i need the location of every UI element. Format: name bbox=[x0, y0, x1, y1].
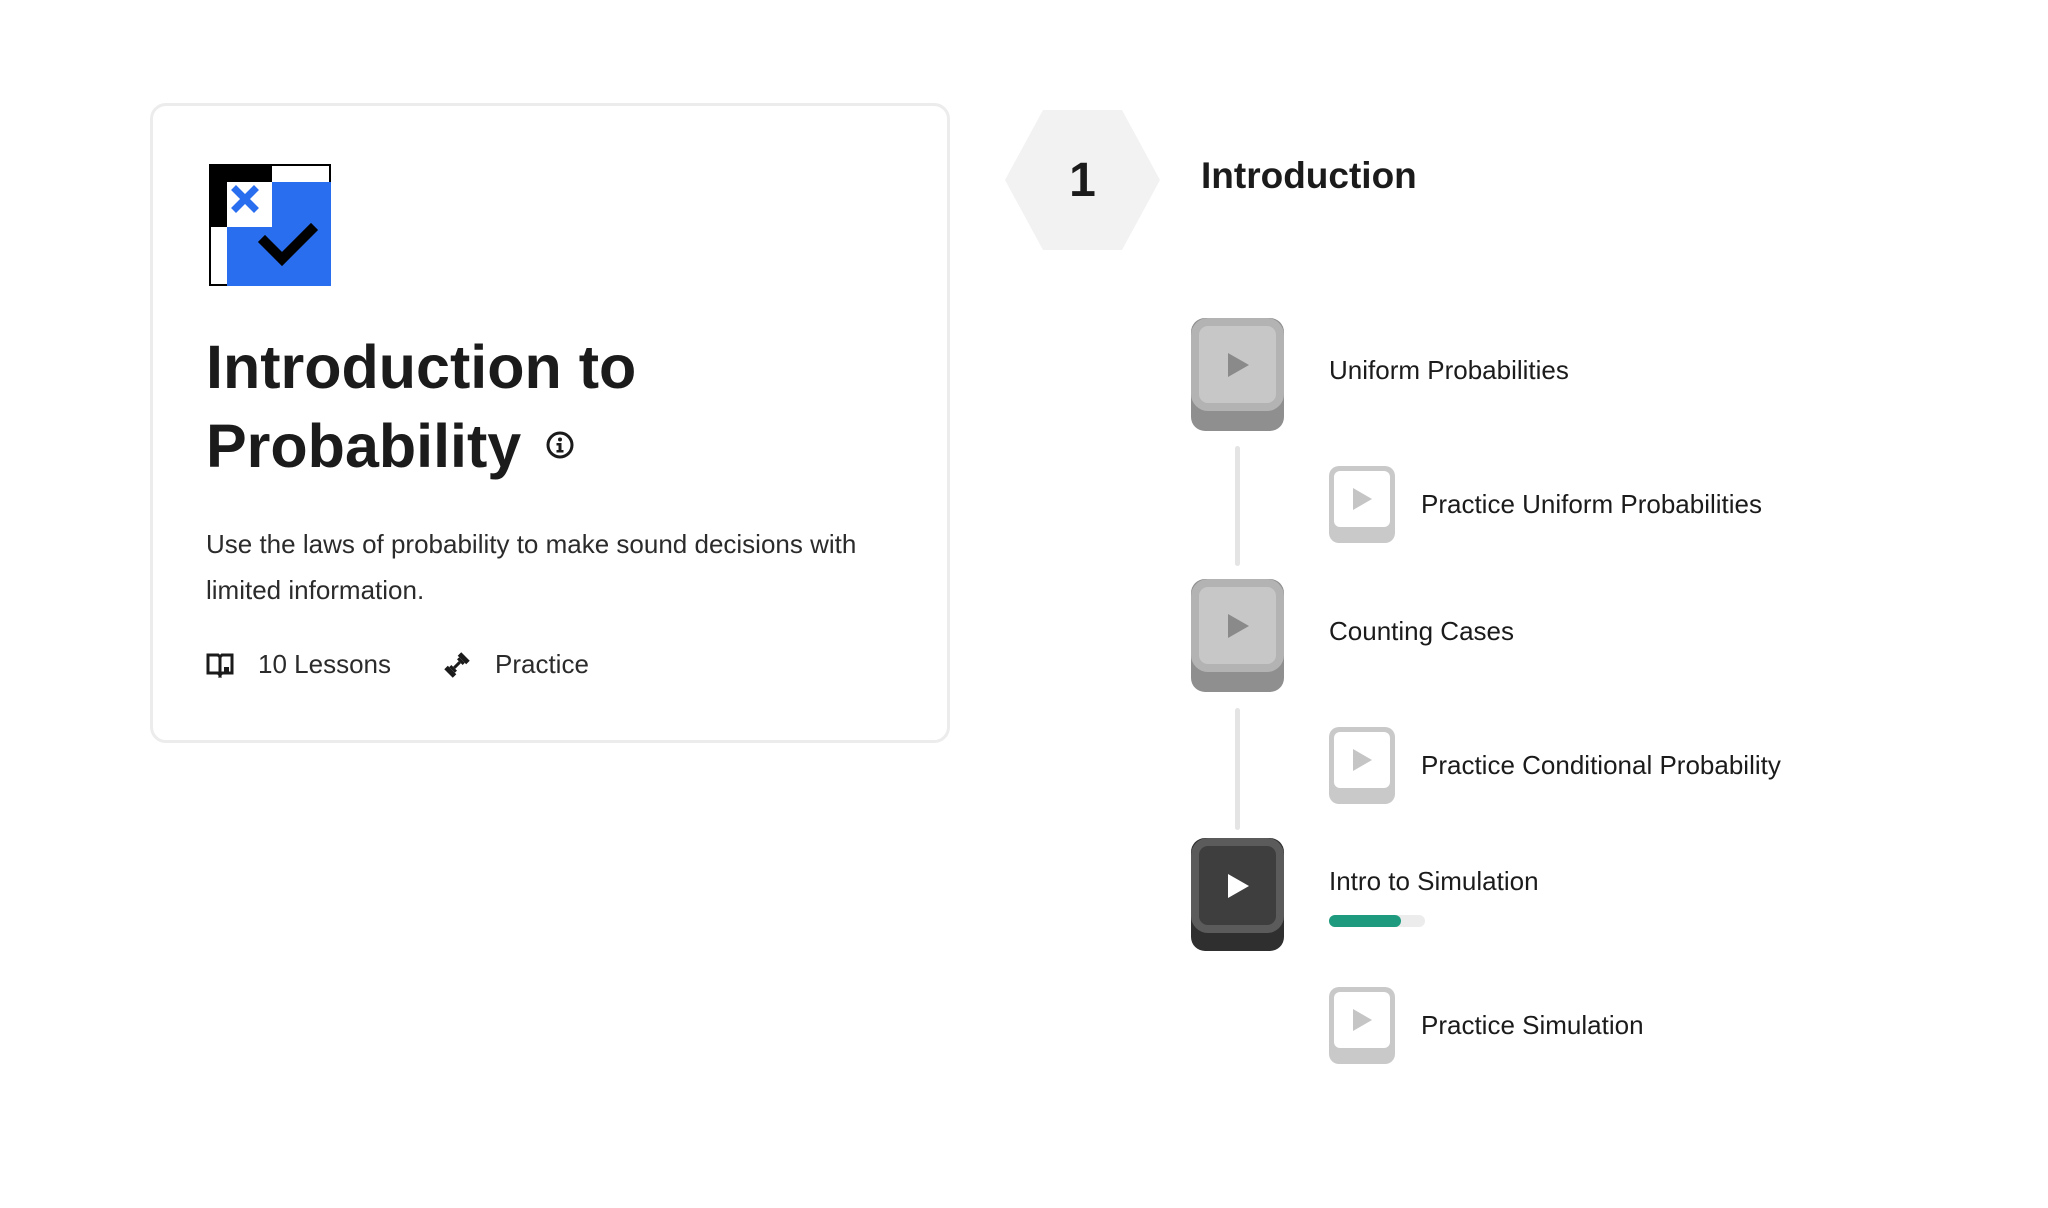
practice-indicator: Practice bbox=[443, 649, 589, 680]
practice-button-face bbox=[1334, 992, 1390, 1048]
practice-button-face bbox=[1334, 732, 1390, 788]
play-icon bbox=[1227, 873, 1249, 898]
play-icon bbox=[1227, 352, 1249, 377]
lesson-button-uniform-probabilities[interactable] bbox=[1191, 318, 1284, 431]
course-meta: 10 Lessons Practice bbox=[206, 649, 641, 680]
lesson-button-counting-cases[interactable] bbox=[1191, 579, 1284, 692]
lesson-label[interactable]: Counting Cases bbox=[1329, 616, 1514, 647]
course-description: Use the laws of probability to make soun… bbox=[206, 529, 857, 605]
lesson-button-intro-to-simulation[interactable] bbox=[1191, 838, 1284, 951]
course-title-line2: Probability bbox=[206, 412, 522, 480]
play-icon bbox=[1227, 613, 1249, 638]
chapter-number: 1 bbox=[1069, 153, 1096, 207]
practice-button-simulation[interactable] bbox=[1329, 987, 1395, 1064]
practice-label: Practice bbox=[494, 649, 589, 679]
lesson-button-face bbox=[1199, 846, 1276, 925]
lesson-label[interactable]: Uniform Probabilities bbox=[1329, 355, 1569, 386]
practice-label[interactable]: Practice Simulation bbox=[1421, 1010, 1644, 1041]
lessons-count: 10 Lessons bbox=[206, 649, 391, 680]
lesson-button-face bbox=[1199, 326, 1276, 403]
practice-button-conditional-probability[interactable] bbox=[1329, 727, 1395, 804]
play-icon bbox=[1353, 749, 1372, 771]
lesson-button-face bbox=[1199, 587, 1276, 664]
practice-button-face bbox=[1334, 471, 1390, 527]
course-title-line1: Introduction to bbox=[206, 333, 637, 401]
dumbbell-icon bbox=[444, 651, 470, 678]
path-connector bbox=[1235, 446, 1240, 566]
course-logo-icon bbox=[209, 164, 331, 286]
play-icon bbox=[1353, 1009, 1372, 1031]
path-connector bbox=[1235, 708, 1240, 830]
practice-button-uniform-probabilities[interactable] bbox=[1329, 466, 1395, 543]
practice-label[interactable]: Practice Uniform Probabilities bbox=[1421, 489, 1762, 520]
lesson-label[interactable]: Intro to Simulation bbox=[1329, 866, 1539, 897]
chapter-title: Introduction bbox=[1201, 155, 1417, 196]
lesson-progress-bar bbox=[1329, 915, 1425, 927]
book-icon bbox=[206, 653, 234, 678]
play-icon bbox=[1353, 488, 1372, 510]
course-title: Introduction to Probability bbox=[206, 328, 906, 486]
course-card: Introduction to Probability Use the laws… bbox=[150, 103, 950, 743]
lesson-progress-fill bbox=[1329, 915, 1401, 927]
info-icon[interactable] bbox=[545, 430, 575, 460]
lessons-count-label: 10 Lessons bbox=[258, 649, 391, 679]
practice-label[interactable]: Practice Conditional Probability bbox=[1421, 750, 1781, 781]
